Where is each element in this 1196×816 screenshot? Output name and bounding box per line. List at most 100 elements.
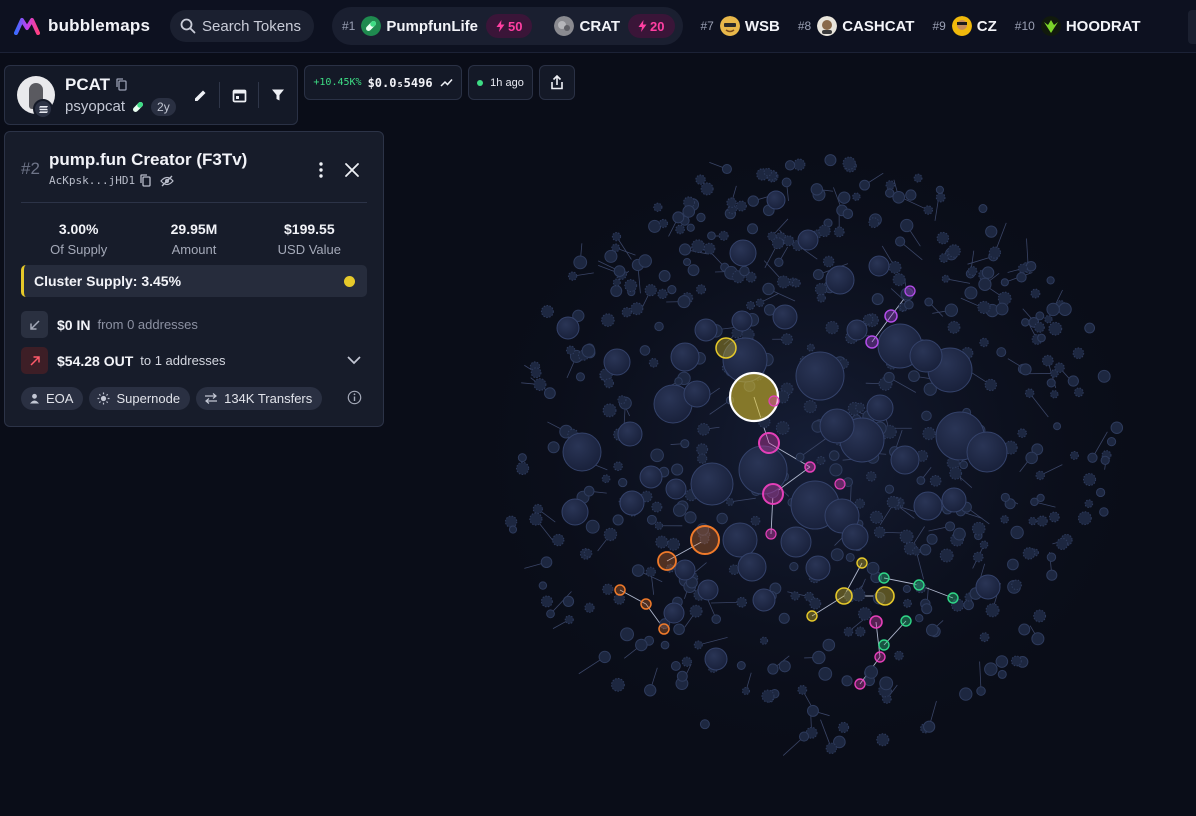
wallet-node[interactable] [697, 453, 708, 464]
cluster-bubble[interactable] [874, 651, 886, 663]
wallet-node[interactable] [533, 378, 547, 391]
wallet-node[interactable] [1030, 288, 1041, 299]
info-icon[interactable] [347, 390, 362, 405]
wallet-node[interactable] [573, 255, 588, 270]
wallet-node[interactable] [546, 609, 555, 619]
wallet-node[interactable] [631, 564, 645, 577]
wallet-bubble[interactable] [674, 559, 696, 581]
wallet-node[interactable] [825, 742, 838, 754]
wallet-node[interactable] [778, 612, 790, 624]
wallet-node[interactable] [883, 371, 895, 384]
wallet-node[interactable] [1095, 487, 1106, 498]
wallet-node[interactable] [947, 244, 961, 258]
close-icon[interactable] [342, 160, 362, 180]
wallet-node[interactable] [613, 461, 623, 472]
wallet-bubble[interactable] [683, 380, 711, 408]
wallet-node[interactable] [904, 299, 914, 310]
wallet-node[interactable] [818, 224, 831, 238]
wallet-node[interactable] [699, 719, 710, 730]
wallet-node[interactable] [1022, 547, 1036, 560]
trending-token-10[interactable]: #10 HOODRAT [1015, 16, 1141, 36]
address-text[interactable]: AcKpsk...jHD1 [49, 174, 135, 187]
wallet-node[interactable] [567, 271, 578, 281]
wallet-node[interactable] [1046, 276, 1055, 285]
wallet-node[interactable] [1099, 507, 1109, 517]
wallet-node[interactable] [979, 632, 990, 643]
tag-eoa[interactable]: EOA [21, 387, 84, 410]
cluster-bubble[interactable] [947, 592, 959, 604]
wallet-node[interactable] [873, 526, 886, 539]
wallet-node[interactable] [828, 450, 840, 461]
cluster-bubble[interactable] [904, 285, 916, 297]
wallet-node[interactable] [544, 387, 556, 400]
wallet-node[interactable] [529, 512, 543, 526]
wallet-bubble[interactable] [704, 647, 728, 671]
wallet-bubble[interactable] [797, 229, 819, 251]
wallet-node[interactable] [655, 535, 669, 549]
wallet-node[interactable] [653, 202, 663, 212]
cluster-bubble[interactable] [690, 525, 720, 555]
wallet-node[interactable] [825, 320, 839, 335]
cluster-bubble[interactable] [804, 461, 816, 473]
wallet-bubble[interactable] [562, 432, 602, 472]
wallet-bubble[interactable] [603, 348, 631, 376]
wallet-node[interactable] [936, 231, 950, 245]
wallet-node[interactable] [1037, 333, 1046, 343]
share-button[interactable] [539, 65, 575, 100]
wallet-node[interactable] [939, 253, 949, 263]
wallet-node[interactable] [763, 167, 773, 177]
wallet-node[interactable] [871, 293, 884, 306]
wallet-node[interactable] [858, 607, 872, 621]
wallet-node[interactable] [944, 303, 959, 317]
cluster-bubble[interactable] [835, 587, 853, 605]
wallet-node[interactable] [564, 615, 574, 625]
wallet-node[interactable] [829, 463, 843, 477]
wallet-node[interactable] [838, 191, 851, 204]
tag-supernode[interactable]: Supernode [89, 387, 191, 410]
wallet-node[interactable] [949, 466, 963, 480]
wallet-node[interactable] [1046, 552, 1057, 562]
outflow-row[interactable]: $54.28 OUT to 1 addresses [21, 347, 226, 374]
wallet-node[interactable] [1046, 378, 1056, 388]
wallet-node[interactable] [681, 656, 692, 667]
wallet-node[interactable] [1033, 321, 1045, 333]
wallet-node[interactable] [824, 154, 837, 167]
wallet-node[interactable] [1110, 421, 1124, 435]
wallet-node[interactable] [1000, 492, 1010, 502]
wallet-bubble[interactable] [670, 342, 700, 372]
wallet-node[interactable] [540, 305, 554, 318]
wallet-bubble[interactable] [561, 498, 589, 526]
wallet-node[interactable] [1000, 278, 1009, 287]
wallet-node[interactable] [1074, 387, 1084, 398]
wallet-node[interactable] [598, 650, 611, 664]
wallet-node[interactable] [676, 670, 688, 682]
wallet-node[interactable] [674, 377, 683, 386]
wallet-bubble[interactable] [663, 602, 685, 624]
wallet-node[interactable] [739, 265, 750, 277]
wallet-node[interactable] [1044, 315, 1053, 324]
cluster-supply-bar[interactable]: Cluster Supply: 3.45% [21, 265, 367, 297]
wallet-node[interactable] [767, 663, 779, 675]
cluster-bubble[interactable] [913, 579, 925, 591]
wallet-node[interactable] [746, 301, 755, 310]
wallet-node[interactable] [1000, 515, 1009, 524]
wallet-node[interactable] [678, 243, 692, 256]
wallet-node[interactable] [1048, 321, 1063, 336]
wallet-node[interactable] [822, 255, 835, 268]
wallet-node[interactable] [703, 242, 716, 255]
cluster-bubble[interactable] [715, 337, 737, 359]
wallet-node[interactable] [859, 179, 870, 191]
wallet-node[interactable] [620, 627, 635, 642]
cluster-bubble[interactable] [758, 432, 780, 454]
search-tokens-box[interactable] [170, 10, 314, 42]
cluster-bubble[interactable] [865, 335, 879, 349]
wallet-node[interactable] [750, 515, 761, 526]
wallet-node[interactable] [1100, 455, 1110, 465]
cluster-bubble[interactable] [765, 528, 777, 540]
wallet-node[interactable] [680, 439, 690, 449]
trending-token-9[interactable]: #9 CZ [932, 16, 997, 36]
wallet-node[interactable] [923, 720, 936, 733]
wallet-node[interactable] [803, 400, 817, 414]
wallet-node[interactable] [1084, 499, 1094, 508]
wallet-node[interactable] [816, 456, 826, 465]
